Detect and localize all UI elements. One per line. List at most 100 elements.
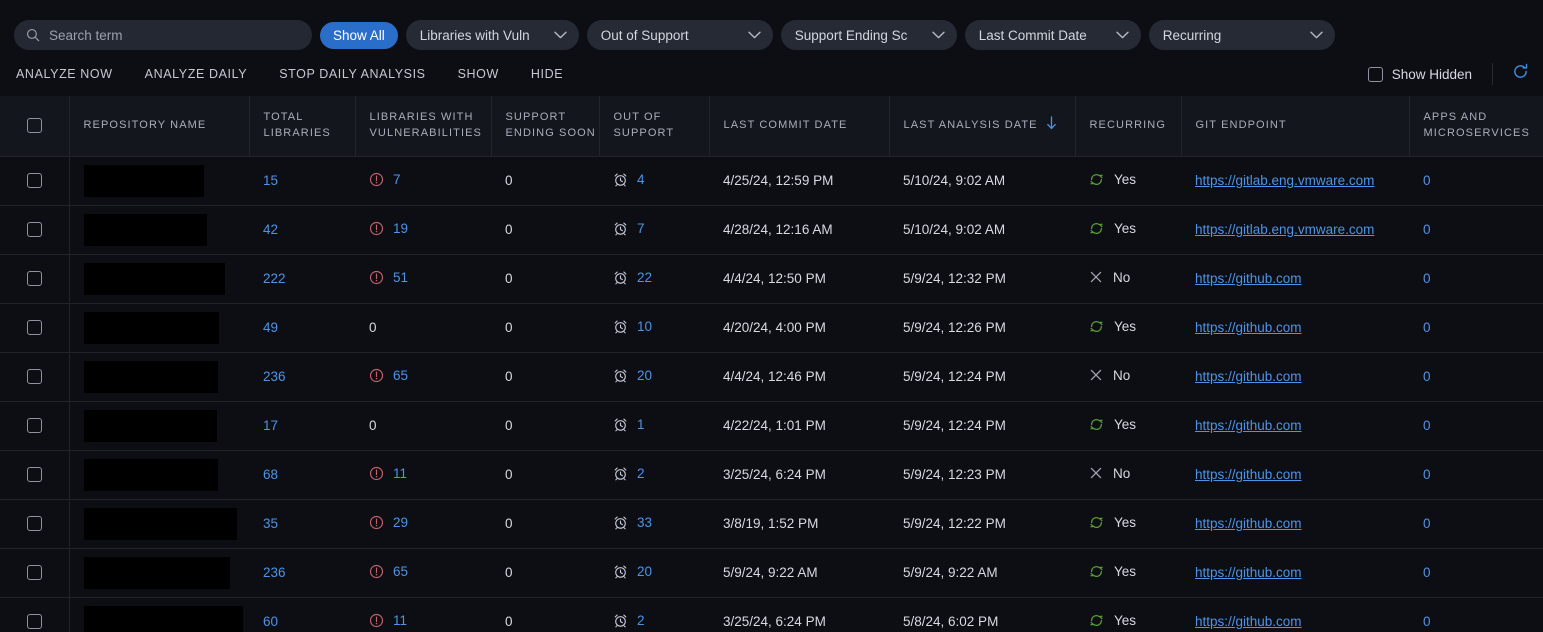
total-libraries-count[interactable]: 42 [263, 222, 278, 237]
out-of-support-count[interactable]: 2 [637, 466, 645, 481]
column-header-recurring[interactable]: RECURRING [1075, 96, 1182, 157]
git-endpoint-link[interactable]: https://github.com [1195, 369, 1302, 384]
git-endpoint-link[interactable]: https://github.com [1195, 418, 1302, 433]
repository-name-cell[interactable] [68, 401, 249, 451]
total-libraries-cell[interactable]: 35 [249, 499, 355, 549]
column-header-last-commit-date[interactable]: LAST COMMIT DATE [709, 96, 890, 157]
out-of-support-cell[interactable]: 22 [599, 254, 709, 304]
total-libraries-count[interactable]: 17 [263, 418, 278, 433]
git-endpoint-link[interactable]: https://gitlab.eng.vmware.com [1195, 173, 1374, 188]
apps-and-microservices-count[interactable]: 0 [1423, 418, 1431, 433]
libraries-with-vulnerabilities-cell[interactable]: 0 [355, 303, 491, 353]
libraries-with-vulnerabilities-cell[interactable]: 11 [355, 597, 491, 632]
apps-and-microservices-count[interactable]: 0 [1423, 320, 1431, 335]
out-of-support-count[interactable]: 4 [637, 172, 645, 187]
row-select-checkbox[interactable] [26, 271, 42, 287]
table-row[interactable]: 17 0 0 1 4/22/24, 1:01 PM 5/9/24, 12:24 PM Yes… [0, 401, 1543, 451]
refresh-button[interactable] [1492, 63, 1529, 85]
filter-libraries-with-vuln[interactable]: Libraries with Vuln [405, 20, 579, 50]
apps-and-microservices-count[interactable]: 0 [1423, 565, 1431, 580]
filter-recurring[interactable]: Recurring [1148, 20, 1335, 50]
vulnerable-libraries-count[interactable]: 65 [393, 368, 408, 383]
total-libraries-count[interactable]: 236 [263, 369, 286, 384]
row-select-checkbox[interactable] [26, 222, 42, 238]
row-select-checkbox[interactable] [26, 565, 42, 581]
row-select-checkbox[interactable] [26, 614, 42, 630]
apps-and-microservices-count[interactable]: 0 [1423, 614, 1431, 629]
total-libraries-cell[interactable]: 49 [249, 303, 355, 353]
search-input[interactable] [49, 27, 300, 43]
apps-and-microservices-cell[interactable]: 0 [1409, 205, 1543, 255]
libraries-with-vulnerabilities-cell[interactable]: 19 [355, 205, 491, 255]
out-of-support-count[interactable]: 10 [637, 319, 652, 334]
select-all-checkbox[interactable] [26, 117, 42, 133]
out-of-support-cell[interactable]: 2 [599, 450, 709, 500]
row-select-cell[interactable] [0, 254, 69, 304]
apps-and-microservices-count[interactable]: 0 [1423, 173, 1431, 188]
apps-and-microservices-cell[interactable]: 0 [1409, 352, 1543, 402]
table-row[interactable]: 49 0 0 10 4/20/24, 4:00 PM 5/9/24, 12:26 PM Ye… [0, 303, 1543, 353]
row-select-cell[interactable] [0, 352, 69, 402]
row-select-cell[interactable] [0, 548, 69, 598]
repository-name-cell[interactable] [68, 450, 249, 500]
row-select-cell[interactable] [0, 205, 69, 255]
row-select-checkbox[interactable] [26, 467, 42, 483]
out-of-support-cell[interactable]: 2 [599, 597, 709, 632]
row-select-checkbox[interactable] [26, 320, 42, 336]
total-libraries-count[interactable]: 222 [263, 271, 286, 286]
libraries-with-vulnerabilities-cell[interactable]: 11 [355, 450, 491, 500]
column-header-apps-and-microservices[interactable]: APPS AND MICROSERVICES [1409, 96, 1543, 157]
apps-and-microservices-cell[interactable]: 0 [1409, 450, 1543, 500]
out-of-support-count[interactable]: 2 [637, 613, 645, 628]
apps-and-microservices-count[interactable]: 0 [1423, 369, 1431, 384]
vulnerable-libraries-count[interactable]: 29 [393, 515, 408, 530]
apps-and-microservices-count[interactable]: 0 [1423, 271, 1431, 286]
out-of-support-count[interactable]: 22 [637, 270, 652, 285]
table-row[interactable]: 15 7 0 4 4/25/24, 12:59 PM 5/10/24, 9:02 AM Ye… [0, 156, 1543, 206]
show-hidden-toggle[interactable]: Show Hidden [1367, 66, 1492, 82]
column-header-libraries-with-vulnerabilities[interactable]: LIBRARIES WITH VULNERABILITIES [355, 96, 492, 157]
libraries-with-vulnerabilities-cell[interactable]: 29 [355, 499, 491, 549]
column-header-out-of-support[interactable]: OUT OF SUPPORT [599, 96, 710, 157]
out-of-support-cell[interactable]: 7 [599, 205, 709, 255]
table-row[interactable]: 68 11 0 2 3/25/24, 6:24 PM 5/9/24, 12:23 PM No… [0, 450, 1543, 500]
git-endpoint-link[interactable]: https://github.com [1195, 614, 1302, 629]
repository-name-cell[interactable] [68, 548, 249, 598]
total-libraries-count[interactable]: 236 [263, 565, 286, 580]
row-select-cell[interactable] [0, 303, 69, 353]
out-of-support-cell[interactable]: 1 [599, 401, 709, 451]
total-libraries-count[interactable]: 35 [263, 516, 278, 531]
apps-and-microservices-cell[interactable]: 0 [1409, 303, 1543, 353]
total-libraries-cell[interactable]: 42 [249, 205, 355, 255]
git-endpoint-cell[interactable]: https://gitlab.eng.vmware.com [1181, 205, 1409, 255]
out-of-support-count[interactable]: 20 [637, 564, 652, 579]
filter-out-of-support[interactable]: Out of Support [586, 20, 773, 50]
row-select-cell[interactable] [0, 401, 69, 451]
row-select-checkbox[interactable] [26, 173, 42, 189]
analyze-daily-button[interactable]: ANALYZE DAILY [145, 67, 248, 81]
total-libraries-count[interactable]: 68 [263, 467, 278, 482]
total-libraries-cell[interactable]: 236 [249, 352, 355, 402]
total-libraries-cell[interactable]: 15 [249, 156, 355, 206]
stop-daily-analysis-button[interactable]: STOP DAILY ANALYSIS [279, 67, 425, 81]
out-of-support-count[interactable]: 1 [637, 417, 645, 432]
git-endpoint-link[interactable]: https://github.com [1195, 516, 1302, 531]
git-endpoint-link[interactable]: https://gitlab.eng.vmware.com [1195, 222, 1374, 237]
git-endpoint-cell[interactable]: https://gitlab.eng.vmware.com [1181, 156, 1409, 206]
repository-name-cell[interactable] [68, 499, 249, 549]
apps-and-microservices-cell[interactable]: 0 [1409, 156, 1543, 206]
out-of-support-cell[interactable]: 4 [599, 156, 709, 206]
libraries-with-vulnerabilities-cell[interactable]: 65 [355, 352, 491, 402]
column-header-support-ending-soon[interactable]: SUPPORT ENDING SOON [491, 96, 600, 157]
total-libraries-count[interactable]: 15 [263, 173, 278, 188]
table-row[interactable]: 236 65 0 20 4/4/24, 12:46 PM 5/9/24, 12:24 PM… [0, 352, 1543, 402]
total-libraries-cell[interactable]: 60 [249, 597, 355, 632]
repository-name-cell[interactable] [68, 205, 249, 255]
git-endpoint-cell[interactable]: https://github.com [1181, 254, 1409, 304]
git-endpoint-cell[interactable]: https://github.com [1181, 401, 1409, 451]
table-row[interactable]: 222 51 0 22 4/4/24, 12:50 PM 5/9/24, 12:32 PM… [0, 254, 1543, 304]
apps-and-microservices-cell[interactable]: 0 [1409, 254, 1543, 304]
repository-name-cell[interactable] [68, 156, 249, 206]
out-of-support-count[interactable]: 7 [637, 221, 645, 236]
apps-and-microservices-cell[interactable]: 0 [1409, 597, 1543, 632]
